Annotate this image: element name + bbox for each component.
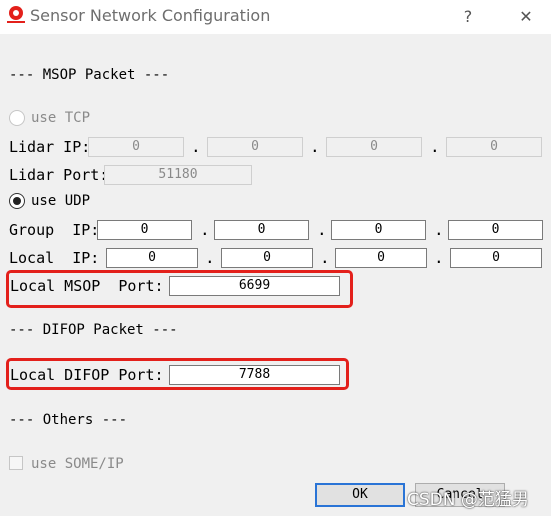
ip-dot: . [200, 220, 210, 239]
ip-dot: . [310, 137, 320, 156]
ip-dot: . [320, 248, 330, 267]
use-tcp-label: use TCP [31, 110, 91, 126]
group-ip-label: Group IP: [9, 221, 100, 239]
others-section-header: --- Others --- [9, 412, 128, 428]
use-udp-radio[interactable] [9, 193, 25, 209]
local-ip-label: Local IP: [9, 249, 100, 267]
watermark-text: CSDN @范猛男 [407, 490, 529, 510]
local-difop-port-field[interactable]: 7788 [169, 365, 340, 385]
help-button[interactable]: ? [455, 4, 481, 28]
lidar-ip-octet-4[interactable]: 0 [446, 137, 542, 157]
local-ip-octet-2[interactable]: 0 [221, 248, 313, 268]
group-ip-octet-4[interactable]: 0 [448, 220, 543, 240]
group-ip-octet-2[interactable]: 0 [214, 220, 309, 240]
msop-section-header: --- MSOP Packet --- [9, 67, 170, 83]
lidar-ip-octet-3[interactable]: 0 [326, 137, 422, 157]
ip-dot: . [434, 248, 444, 267]
lidar-port-label: Lidar Port: [9, 166, 109, 184]
lidar-ip-label: Lidar IP: [9, 138, 91, 156]
close-icon: ✕ [519, 6, 533, 26]
ip-dot: . [430, 137, 440, 156]
use-someip-checkbox[interactable] [9, 456, 23, 470]
local-msop-port-label: Local MSOP Port: [10, 277, 164, 295]
use-udp-label: use UDP [31, 193, 91, 209]
local-msop-port-field[interactable]: 6699 [169, 276, 340, 296]
lidar-ip-octet-2[interactable]: 0 [207, 137, 303, 157]
close-button[interactable]: ✕ [513, 4, 539, 28]
local-ip-octet-4[interactable]: 0 [450, 248, 542, 268]
use-tcp-radio[interactable] [9, 110, 25, 126]
group-ip-octet-3[interactable]: 0 [331, 220, 426, 240]
use-someip-label: use SOME/IP [31, 456, 124, 472]
window-title: Sensor Network Configuration [30, 6, 271, 25]
local-ip-octet-1[interactable]: 0 [106, 248, 198, 268]
ip-dot: . [205, 248, 215, 267]
lidar-port-field[interactable]: 51180 [104, 165, 252, 185]
local-ip-octet-3[interactable]: 0 [335, 248, 427, 268]
ip-dot: . [191, 137, 201, 156]
ok-button[interactable]: OK [315, 483, 405, 507]
difop-section-header: --- DIFOP Packet --- [9, 322, 178, 338]
lidar-ip-octet-1[interactable]: 0 [88, 137, 184, 157]
ip-dot: . [317, 220, 327, 239]
app-logo-icon [7, 6, 25, 23]
group-ip-octet-1[interactable]: 0 [97, 220, 192, 240]
ip-dot: . [434, 220, 444, 239]
local-difop-port-label: Local DIFOP Port: [10, 366, 164, 384]
